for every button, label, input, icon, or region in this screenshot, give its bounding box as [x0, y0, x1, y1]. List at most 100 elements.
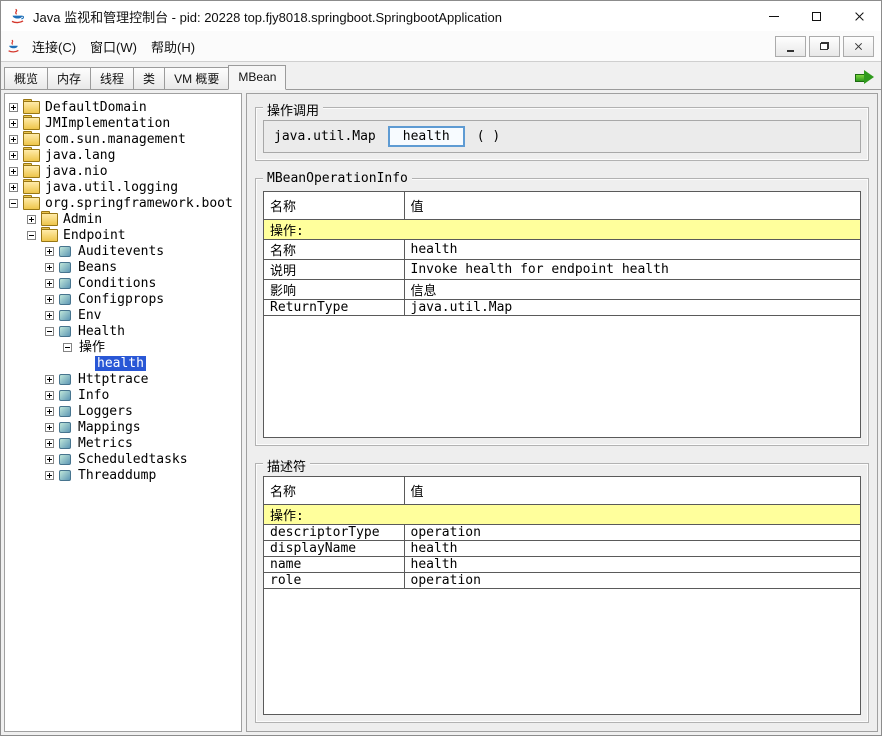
folder-icon: [23, 101, 38, 113]
expand-icon[interactable]: [45, 455, 54, 464]
tab-mbeans[interactable]: MBean: [228, 65, 286, 90]
bean-icon: [59, 438, 71, 449]
expand-icon[interactable]: [27, 215, 36, 224]
expand-icon[interactable]: [45, 471, 54, 480]
tree-item-conditions[interactable]: Conditions: [5, 275, 241, 291]
menu-help[interactable]: 帮助(H): [144, 33, 202, 60]
tree-item-label: Conditions: [76, 276, 158, 291]
tree-item-operations[interactable]: 操作: [5, 339, 241, 355]
tree-item-admin[interactable]: Admin: [5, 211, 241, 227]
expand-icon[interactable]: [45, 439, 54, 448]
java-logo-icon: [9, 8, 26, 25]
tab-classes[interactable]: 类: [133, 67, 165, 89]
tab-vm-summary[interactable]: VM 概要: [164, 67, 229, 89]
menu-connection[interactable]: 连接(C): [25, 33, 83, 60]
menubar: 连接(C)窗口(W)帮助(H): [1, 31, 881, 62]
tab-overview[interactable]: 概览: [4, 67, 48, 89]
close-icon: [854, 11, 865, 22]
descriptor-cell-name: descriptorType: [264, 525, 404, 541]
expand-icon[interactable]: [9, 167, 18, 176]
connection-status-icon: [855, 70, 875, 84]
operation-info-section-row: 操作:: [264, 220, 860, 240]
expand-icon[interactable]: [45, 407, 54, 416]
frame-restore-button[interactable]: [809, 36, 840, 57]
collapse-icon[interactable]: [9, 199, 18, 208]
tree-item-auditevents[interactable]: Auditevents: [5, 243, 241, 259]
tab-bar: 概览内存线程类VM 概要MBean: [1, 62, 881, 90]
expand-icon[interactable]: [9, 103, 18, 112]
descriptor-cell-name: role: [264, 573, 404, 589]
expand-icon[interactable]: [45, 247, 54, 256]
tree-item-info[interactable]: Info: [5, 387, 241, 403]
expand-icon[interactable]: [9, 183, 18, 192]
operation-info-row[interactable]: 影响信息: [264, 280, 860, 300]
descriptor-row[interactable]: descriptorTypeoperation: [264, 525, 860, 541]
tree-item-env[interactable]: Env: [5, 307, 241, 323]
tree-item-label: Beans: [76, 260, 119, 275]
frame-close-button[interactable]: [843, 36, 874, 57]
operation-invoke-row: java.util.Map health ( ): [263, 120, 861, 153]
descriptor-cell-name: displayName: [264, 541, 404, 557]
expand-icon[interactable]: [45, 391, 54, 400]
expand-icon[interactable]: [45, 423, 54, 432]
tree-item-endpoint[interactable]: Endpoint: [5, 227, 241, 243]
restore-icon: [820, 42, 829, 50]
collapse-icon[interactable]: [63, 343, 72, 352]
tree-item-loggers[interactable]: Loggers: [5, 403, 241, 419]
tree-item-label: java.nio: [43, 164, 110, 179]
expand-icon[interactable]: [45, 295, 54, 304]
expand-icon[interactable]: [45, 279, 54, 288]
bean-icon: [59, 310, 71, 321]
expand-icon[interactable]: [45, 263, 54, 272]
maximize-button[interactable]: [795, 1, 838, 31]
operation-info-row[interactable]: ReturnTypejava.util.Map: [264, 300, 860, 316]
tree-item-java-nio[interactable]: java.nio: [5, 163, 241, 179]
titlebar[interactable]: Java 监视和管理控制台 - pid: 20228 top.fjy8018.s…: [1, 1, 881, 31]
frame-minimize-button[interactable]: [775, 36, 806, 57]
operation-info-row[interactable]: 说明Invoke health for endpoint health: [264, 260, 860, 280]
tree-item-java-lang[interactable]: java.lang: [5, 147, 241, 163]
operation-info-cell-value: health: [404, 240, 860, 260]
expand-icon[interactable]: [9, 119, 18, 128]
tree-item-com-sun-management[interactable]: com.sun.management: [5, 131, 241, 147]
expand-icon[interactable]: [9, 135, 18, 144]
tree-item-scheduledtasks[interactable]: Scheduledtasks: [5, 451, 241, 467]
tree-item-health-operation[interactable]: health: [5, 355, 241, 371]
tree-item-org-springframework-boot[interactable]: org.springframework.boot: [5, 195, 241, 211]
expand-icon[interactable]: [45, 311, 54, 320]
bean-icon: [59, 246, 71, 257]
operation-return-type: java.util.Map: [274, 129, 376, 144]
operation-info-table: 名称值操作:名称health说明Invoke health for endpoi…: [263, 191, 861, 438]
operation-info-row[interactable]: 名称health: [264, 240, 860, 260]
tree-item-mappings[interactable]: Mappings: [5, 419, 241, 435]
tree-item-health[interactable]: Health: [5, 323, 241, 339]
tab-threads[interactable]: 线程: [90, 67, 134, 89]
tree-item-metrics[interactable]: Metrics: [5, 435, 241, 451]
descriptor-row[interactable]: roleoperation: [264, 573, 860, 589]
tree-item-threaddump[interactable]: Threaddump: [5, 467, 241, 483]
descriptor-cell-value: operation: [404, 573, 860, 589]
folder-icon: [23, 117, 38, 129]
folder-icon: [23, 197, 38, 209]
tree-item-default-domain[interactable]: DefaultDomain: [5, 99, 241, 115]
minimize-button[interactable]: [752, 1, 795, 31]
collapse-icon[interactable]: [45, 327, 54, 336]
tree-item-configprops[interactable]: Configprops: [5, 291, 241, 307]
expand-icon[interactable]: [45, 375, 54, 384]
expand-icon[interactable]: [9, 151, 18, 160]
tree-item-java-util-logging[interactable]: java.util.logging: [5, 179, 241, 195]
tree-item-jm-implementation[interactable]: JMImplementation: [5, 115, 241, 131]
menu-window[interactable]: 窗口(W): [83, 33, 144, 60]
invoke-health-button[interactable]: health: [388, 126, 465, 147]
bean-icon: [59, 470, 71, 481]
close-button[interactable]: [838, 1, 881, 31]
tree-item-httptrace[interactable]: Httptrace: [5, 371, 241, 387]
descriptor-row[interactable]: displayNamehealth: [264, 541, 860, 557]
tree-item-beans[interactable]: Beans: [5, 259, 241, 275]
descriptor-row[interactable]: namehealth: [264, 557, 860, 573]
operation-invoke-title: 操作调用: [263, 100, 323, 119]
tab-memory[interactable]: 内存: [47, 67, 91, 89]
bean-icon: [59, 278, 71, 289]
tree-item-label: Env: [76, 308, 103, 323]
collapse-icon[interactable]: [27, 231, 36, 240]
